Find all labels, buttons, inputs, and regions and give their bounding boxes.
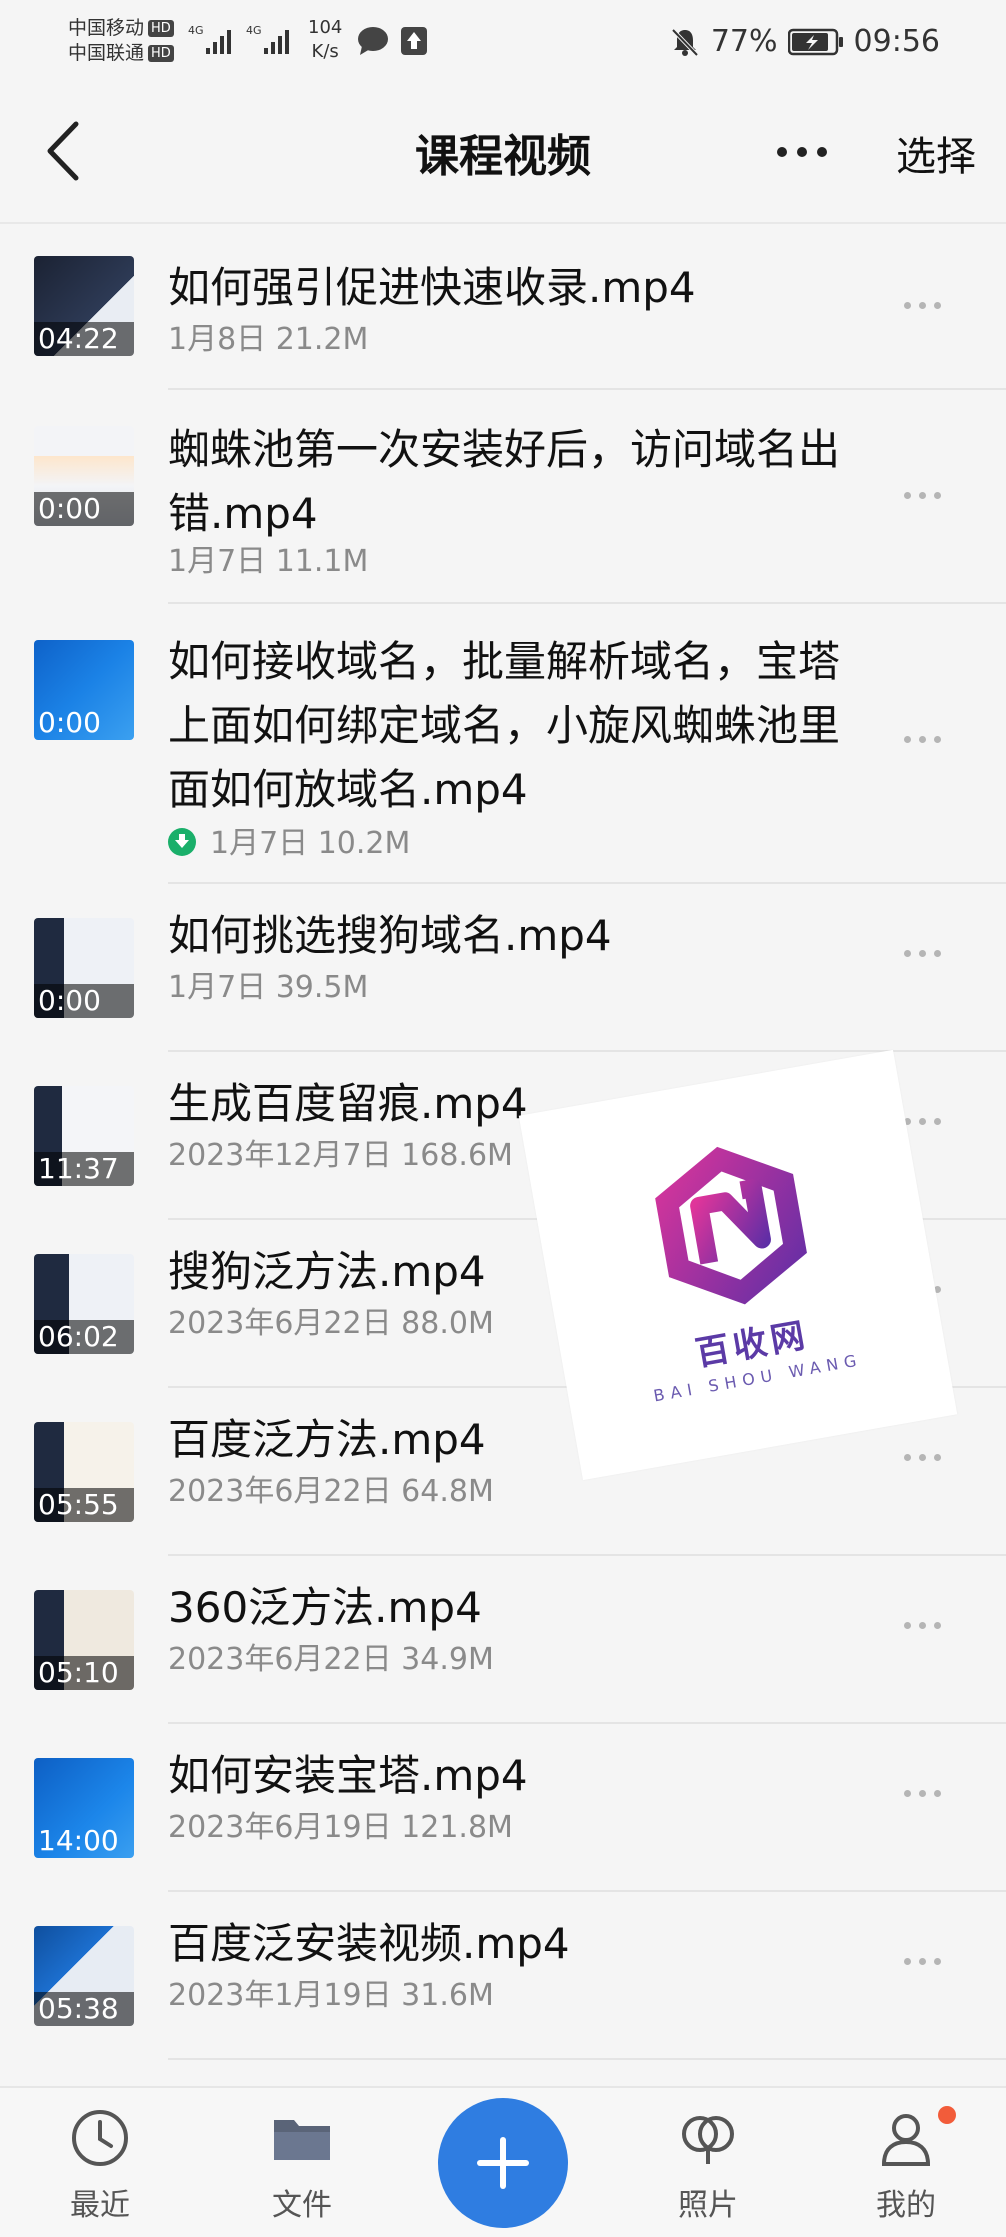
list-item[interactable]: 0:00 如何挑选搜狗域名.mp4 1月7日 39.5M (0, 884, 1006, 1052)
video-duration: 05:38 (34, 1992, 134, 2026)
hd-badge: HD (148, 45, 174, 62)
video-thumbnail: 14:00 (34, 1758, 134, 1858)
video-thumbnail: 0:00 (34, 426, 134, 526)
nav-label: 照片 (678, 2188, 738, 2223)
list-item[interactable]: 05:10 360泛方法.mp4 2023年6月22日 34.9M (0, 1556, 1006, 1724)
file-meta-text: 1月7日 10.2M (210, 826, 411, 861)
bell-muted-icon (671, 28, 699, 56)
status-bar: 中国移动 HD 中国联通 HD 4G 4G 104 K/s 77% 09:56 (0, 0, 1006, 82)
file-name: 如何接收域名，批量解析域名，宝塔上面如何绑定域名，小旋风蜘蛛池里面如何放域名.m… (168, 637, 841, 814)
file-meta: 1月7日 39.5M (168, 970, 369, 1005)
file-meta: 1月7日 10.2M (168, 824, 410, 864)
nav-label: 文件 (272, 2188, 332, 2223)
carrier-2: 中国联通 (68, 42, 145, 64)
video-thumbnail: 05:55 (34, 1422, 134, 1522)
brand-logo-icon (655, 1146, 807, 1305)
file-meta: 1月8日 21.2M (168, 322, 369, 357)
file-meta: 2023年6月22日 64.8M (168, 1474, 494, 1509)
file-name: 如何挑选搜狗域名.mp4 (168, 911, 612, 960)
file-meta: 2023年1月19日 31.6M (168, 1978, 494, 2013)
hd-badge: HD (148, 20, 174, 37)
message-icon (358, 27, 388, 55)
carrier-1: 中国移动 (68, 17, 145, 39)
file-name: 360泛方法.mp4 (168, 1583, 482, 1632)
notification-dot (938, 2106, 956, 2124)
nav-photos[interactable]: 照片 (648, 2106, 768, 2224)
net-type: 4G (188, 24, 204, 37)
video-duration: 14:00 (38, 1824, 119, 1857)
signal-icon: 4G (246, 24, 289, 54)
clock-icon (72, 2110, 128, 2166)
speed-value: 104 (308, 17, 343, 38)
network-speed: 104 K/s (308, 16, 342, 64)
video-duration: 04:22 (34, 322, 134, 356)
carrier-info: 中国移动 HD 中国联通 HD (68, 16, 174, 66)
video-thumbnail: 05:38 (34, 1926, 134, 2026)
nav-label: 最近 (70, 2188, 130, 2223)
video-duration: 06:02 (34, 1320, 134, 1354)
video-duration: 0:00 (34, 984, 134, 1018)
item-more-icon[interactable] (900, 484, 960, 514)
file-name: 百度泛安装视频.mp4 (168, 1919, 570, 1968)
select-button[interactable]: 选择 (896, 124, 976, 182)
battery-icon (787, 28, 843, 55)
item-more-icon[interactable] (900, 1614, 960, 1644)
item-more-icon[interactable] (900, 1782, 960, 1812)
item-more-icon[interactable] (900, 1950, 960, 1980)
nav-recent[interactable]: 最近 (40, 2106, 160, 2224)
file-name: 蜘蛛池第一次安装好后，访问域名出错.mp4 (168, 425, 841, 538)
video-thumbnail: 05:10 (34, 1590, 134, 1690)
video-thumbnail: 11:37 (34, 1086, 134, 1186)
plus-icon (477, 2137, 529, 2189)
status-right: 77% 09:56 (669, 24, 940, 59)
file-meta: 2023年6月22日 34.9M (168, 1642, 494, 1677)
app-header: 课程视频 选择 (0, 82, 1006, 222)
bottom-nav: 最近 文件 照片 我的 (0, 2086, 1006, 2237)
net-type: 4G (246, 24, 262, 37)
user-icon (881, 2114, 931, 2166)
nav-files[interactable]: 文件 (242, 2106, 362, 2224)
item-more-icon[interactable] (900, 294, 960, 324)
photos-icon (682, 2116, 734, 2164)
item-more-icon[interactable] (900, 1446, 960, 1476)
video-thumbnail: 0:00 (34, 918, 134, 1018)
video-thumbnail: 04:22 (34, 256, 134, 356)
list-item[interactable]: 05:38 百度泛安装视频.mp4 2023年1月19日 31.6M (0, 1892, 1006, 2060)
watermark-logo: 百收网 BAI SHOU WANG (518, 1049, 958, 1481)
more-options-icon[interactable] (770, 122, 834, 182)
video-duration: 11:37 (34, 1152, 134, 1186)
video-thumbnail: 0:00 (34, 640, 134, 740)
speed-unit: K/s (311, 41, 339, 62)
list-item[interactable]: 0:00 蜘蛛池第一次安装好后，访问域名出错.mp4 1月7日 11.1M (0, 390, 1006, 604)
item-more-icon[interactable] (900, 1110, 960, 1140)
page-title: 课程视频 (415, 131, 591, 182)
downloaded-icon (168, 827, 196, 856)
list-item[interactable]: 0:00 如何接收域名，批量解析域名，宝塔上面如何绑定域名，小旋风蜘蛛池里面如何… (0, 604, 1006, 884)
file-meta: 2023年12月7日 168.6M (168, 1138, 513, 1173)
upload-icon (401, 27, 427, 55)
file-name: 如何强引促进快速收录.mp4 (168, 263, 696, 312)
folder-icon (274, 2120, 330, 2160)
file-meta: 1月7日 11.1M (168, 544, 369, 579)
clock: 09:56 (853, 24, 940, 59)
nav-mine[interactable]: 我的 (846, 2106, 966, 2224)
item-more-icon[interactable] (900, 728, 960, 758)
video-duration: 05:55 (34, 1488, 134, 1522)
signal-icon: 4G (188, 24, 231, 54)
file-meta: 2023年6月22日 88.0M (168, 1306, 494, 1341)
add-button[interactable] (438, 2098, 568, 2228)
video-duration: 05:10 (34, 1656, 134, 1690)
battery-percent: 77% (710, 24, 778, 59)
item-more-icon[interactable] (900, 942, 960, 972)
video-thumbnail: 06:02 (34, 1254, 134, 1354)
video-duration: 0:00 (38, 706, 101, 739)
list-item[interactable]: 04:22 如何强引促进快速收录.mp4 1月8日 21.2M (0, 222, 1006, 390)
list-item[interactable]: 14:00 如何安装宝塔.mp4 2023年6月19日 121.8M (0, 1724, 1006, 1892)
video-duration: 0:00 (34, 492, 134, 526)
nav-label: 我的 (876, 2188, 936, 2223)
file-meta: 2023年6月19日 121.8M (168, 1810, 513, 1845)
row-divider (168, 2058, 1006, 2060)
file-name: 如何安装宝塔.mp4 (168, 1751, 528, 1800)
